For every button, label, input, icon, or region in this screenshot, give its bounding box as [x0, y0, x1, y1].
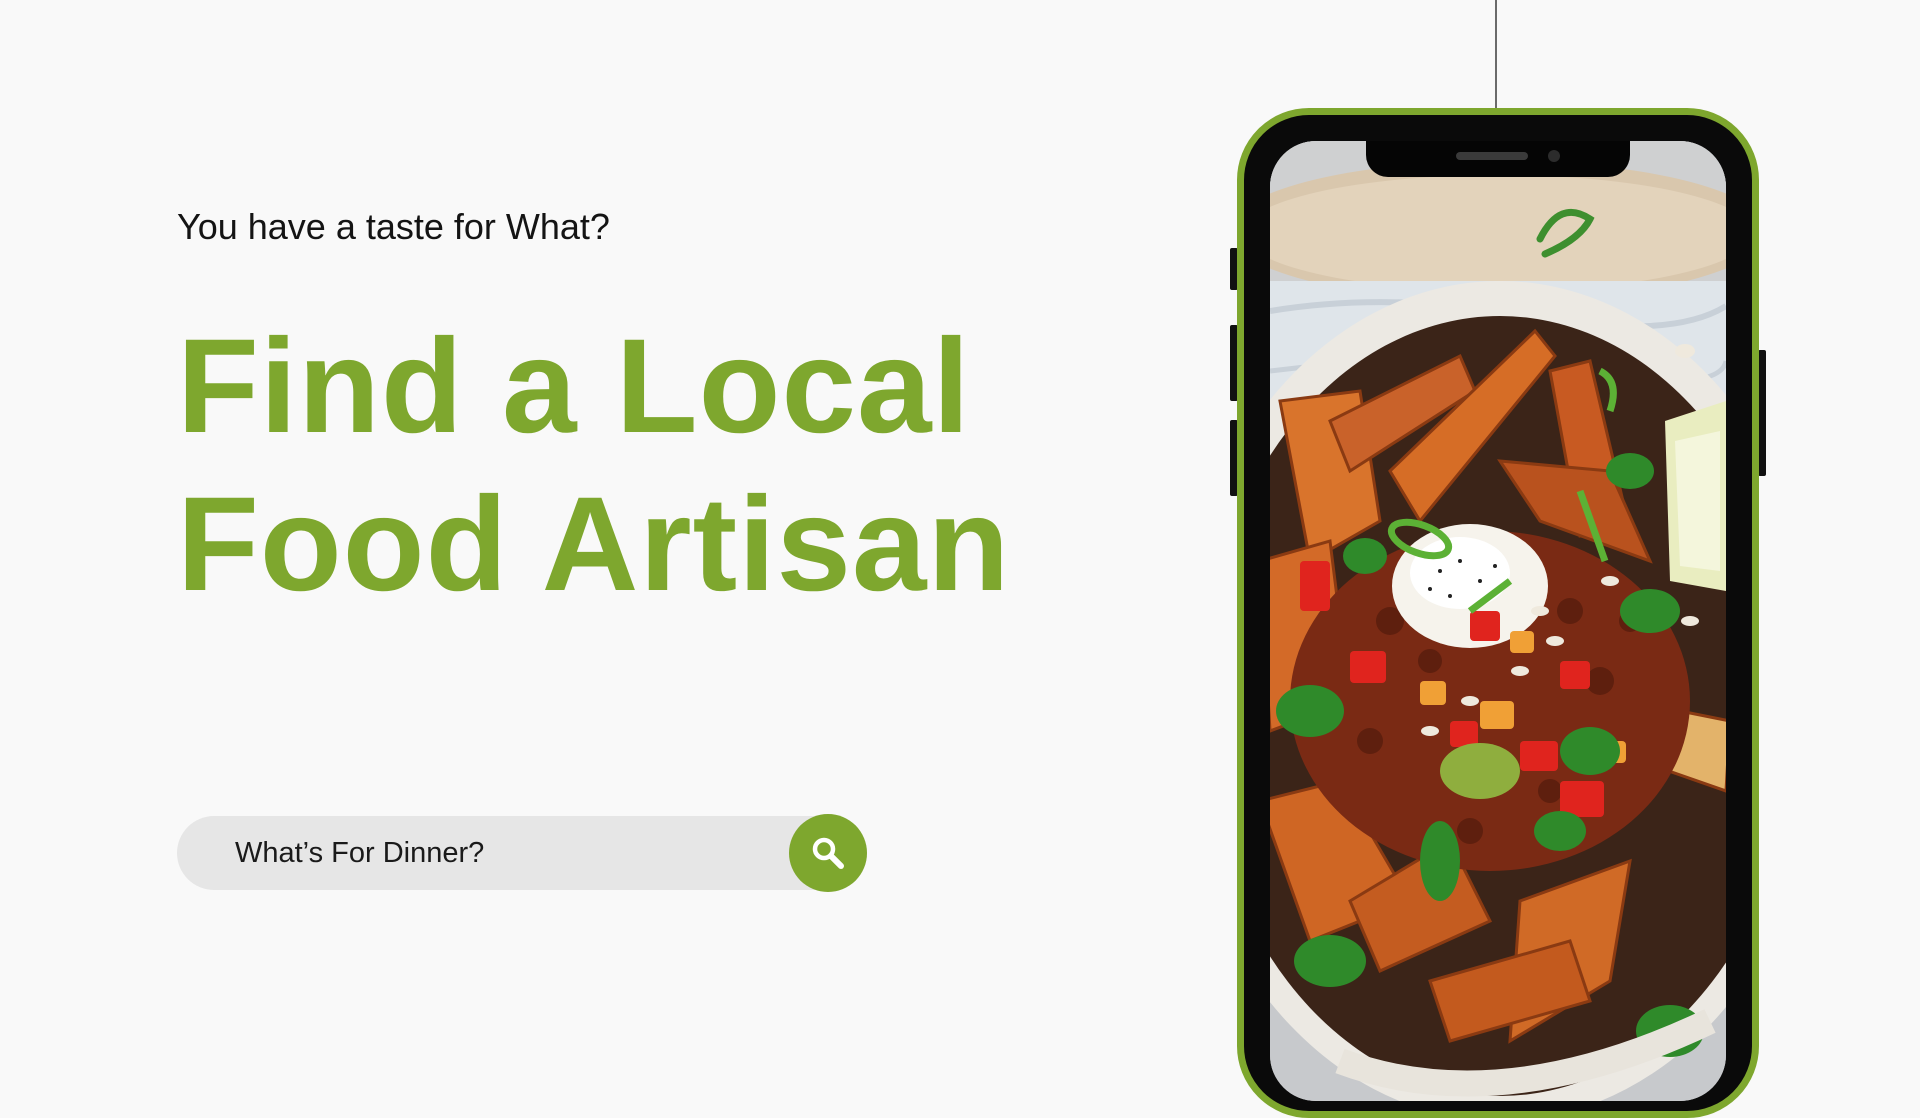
tagline: You have a taste for What? [177, 206, 610, 247]
headline-line-1: Find a Local [177, 312, 971, 461]
phone-notch [1366, 141, 1630, 177]
food-bowl-photo [1270, 141, 1726, 1101]
phone-mockup [1237, 108, 1759, 1118]
headline-line-2: Food Artisan [177, 470, 1011, 619]
search-icon [812, 837, 844, 869]
phone-speaker [1456, 152, 1528, 160]
hanging-line [1495, 0, 1497, 108]
phone-camera [1548, 150, 1560, 162]
phone-power-button [1758, 350, 1766, 476]
search-input[interactable] [235, 816, 755, 890]
search-button[interactable] [789, 814, 867, 892]
page-title: Find a Local Food Artisan [177, 308, 1010, 624]
phone-screen [1270, 141, 1726, 1101]
search-bar [177, 814, 867, 892]
